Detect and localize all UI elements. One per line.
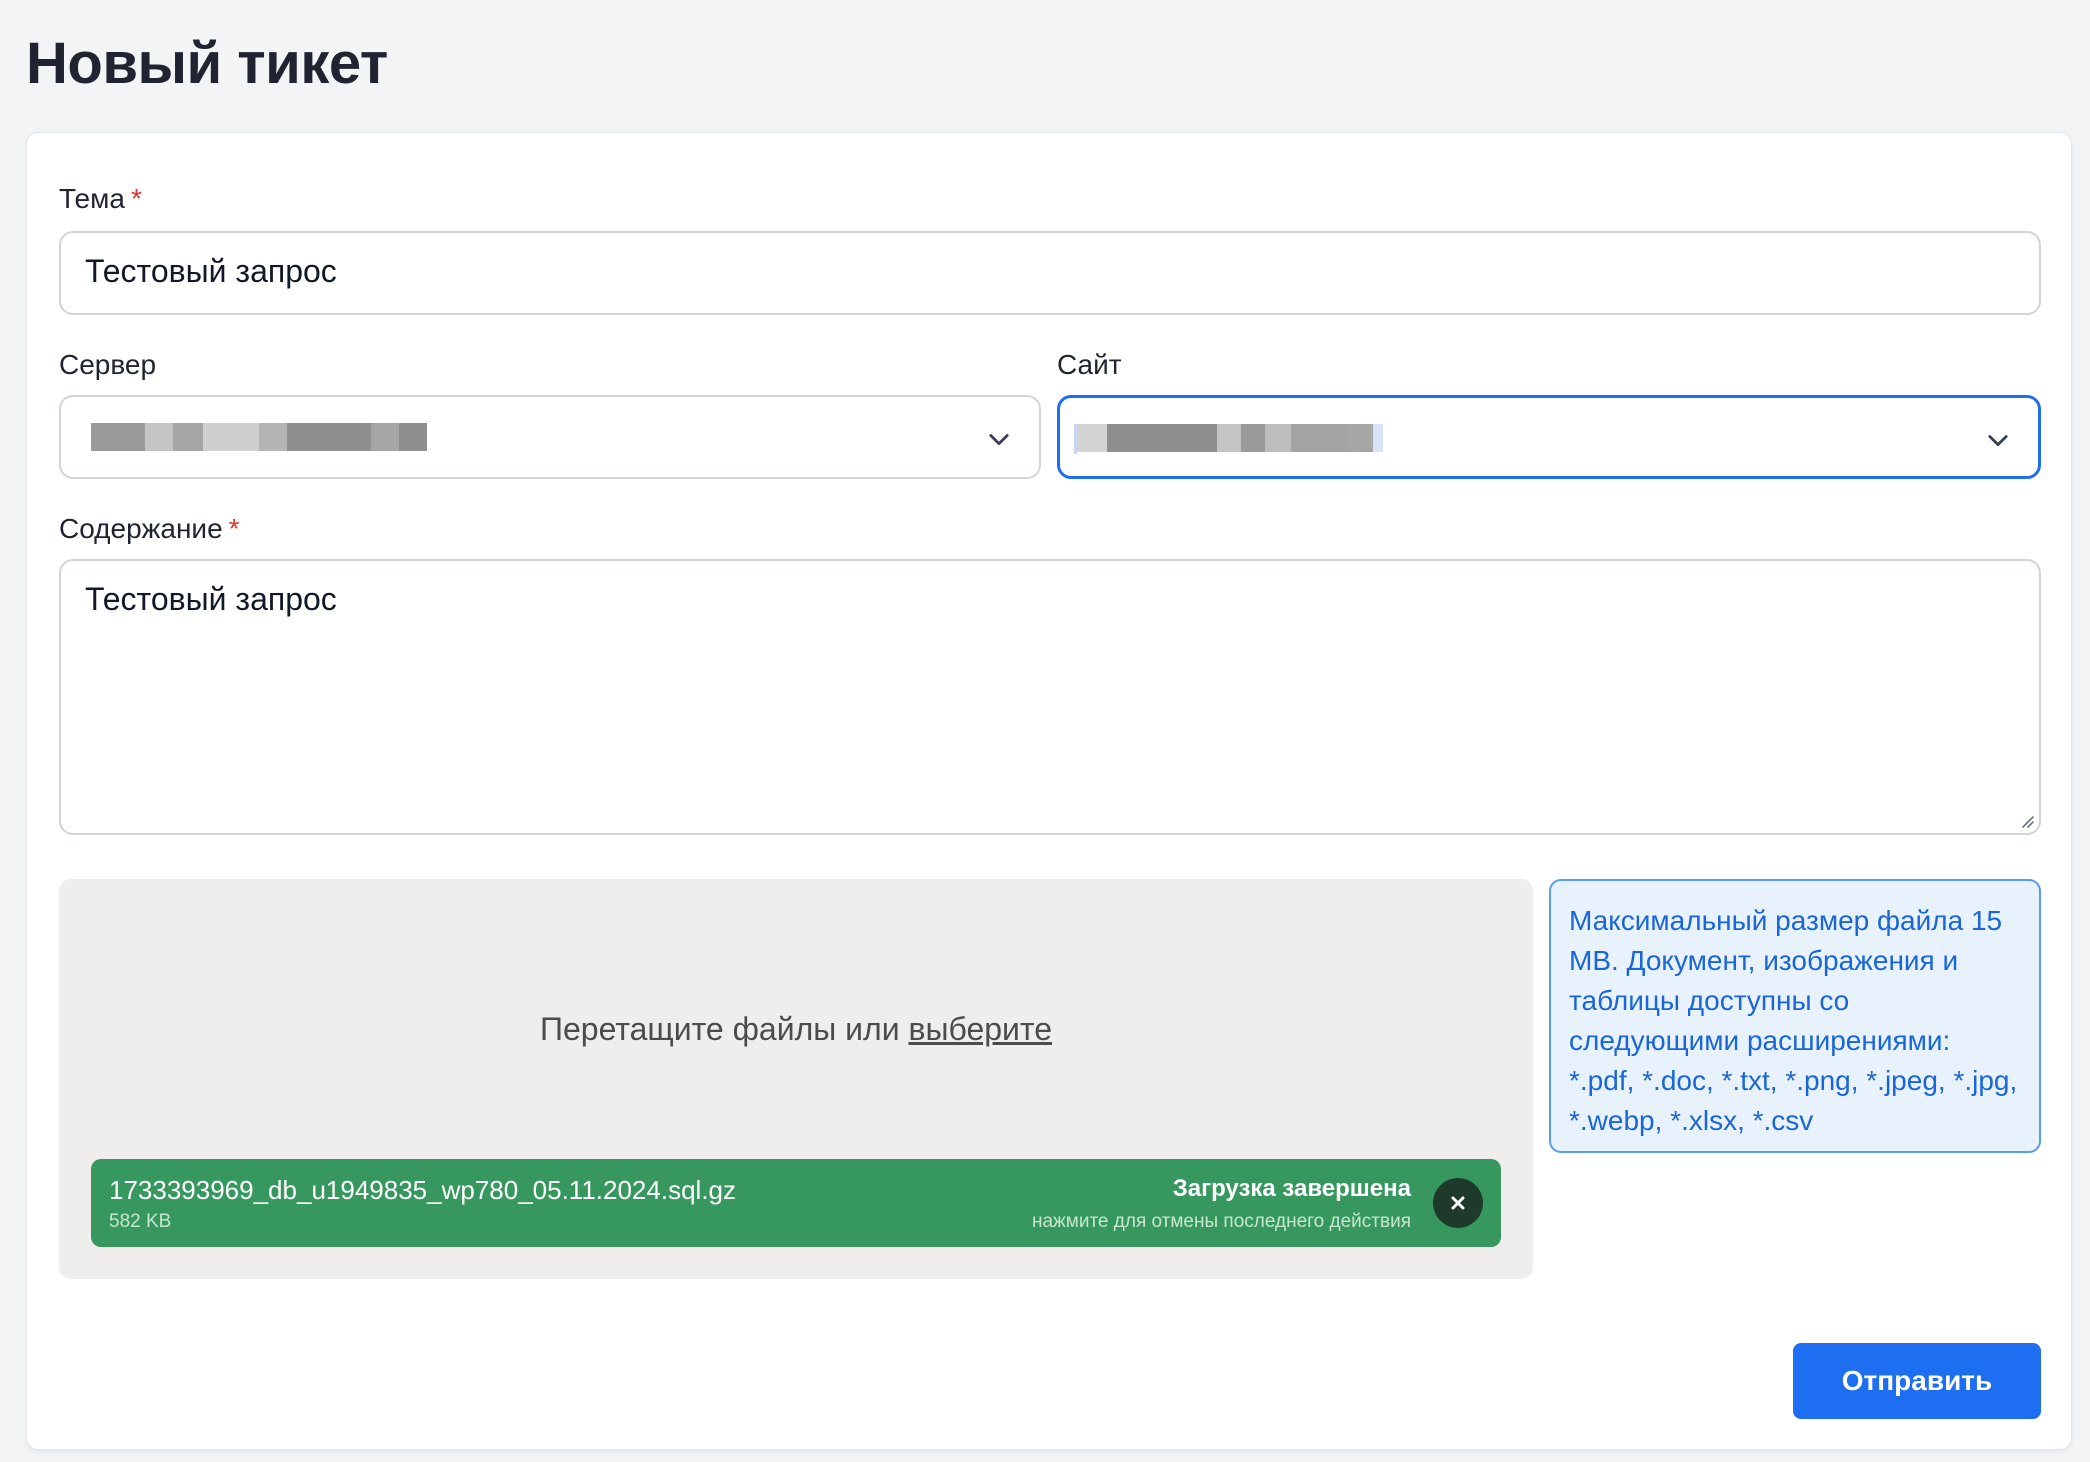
subject-label: Тема * (59, 183, 142, 214)
chevron-down-icon (989, 434, 1009, 446)
site-select[interactable] (1057, 395, 2041, 479)
file-dropzone[interactable]: Перетащите файлы или выберите 1733393969… (59, 879, 1533, 1279)
subject-input[interactable]: Тестовый запрос (59, 231, 2041, 315)
required-mark: * (228, 513, 240, 544)
resize-handle-icon[interactable] (2017, 811, 2035, 829)
site-label: Сайт (1057, 349, 1122, 380)
close-icon (1451, 1196, 1465, 1210)
content-textarea[interactable]: Тестовый запрос (59, 559, 2041, 835)
content-label: Содержание * (59, 513, 240, 544)
file-name: 1733393969_db_u1949835_wp780_05.11.2024.… (109, 1175, 736, 1205)
file-requirements-info: Максимальный размер файла 15 MB. Докумен… (1549, 879, 2041, 1153)
undo-hint[interactable]: нажмите для отмены последнего действия (1032, 1211, 1411, 1233)
ticket-form-card: Тема * Тестовый запрос Сервер Сайт Содер… (26, 132, 2072, 1450)
dropzone-text: Перетащите файлы или выберите (539, 1011, 1052, 1047)
browse-files-link[interactable]: выберите (908, 1011, 1052, 1047)
submit-button[interactable]: Отправить (1793, 1343, 2041, 1419)
redacted-value (1074, 424, 1383, 454)
server-select[interactable] (59, 395, 1041, 479)
server-label: Сервер (59, 349, 157, 380)
redacted-value (91, 423, 427, 453)
page-title: Новый тикет (26, 31, 388, 96)
uploaded-file-item: 1733393969_db_u1949835_wp780_05.11.2024.… (91, 1159, 1501, 1247)
chevron-down-icon (1988, 435, 2008, 447)
file-size: 582 KB (109, 1211, 172, 1232)
remove-file-button[interactable] (1433, 1178, 1483, 1228)
upload-status: Загрузка завершена (1172, 1175, 1411, 1202)
required-mark: * (130, 183, 142, 214)
